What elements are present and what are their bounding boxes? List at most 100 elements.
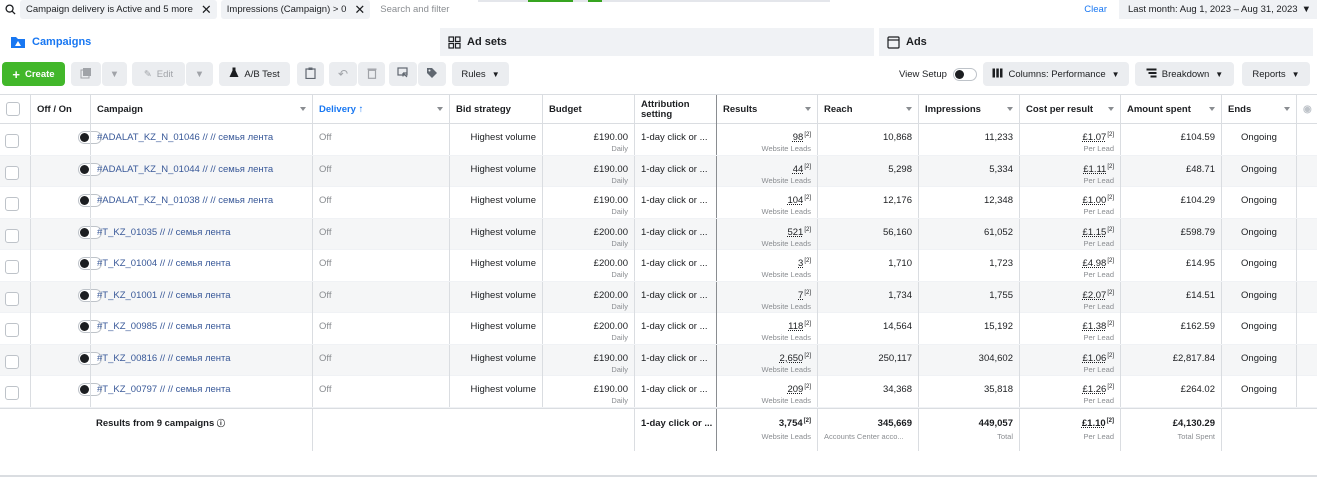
- campaign-name-link[interactable]: #ADALAT_KZ_N_01046 // // семья лента: [97, 132, 273, 143]
- ab-test-button[interactable]: A/B Test: [219, 62, 290, 86]
- budget-cell[interactable]: £200.00 Daily: [542, 281, 634, 313]
- header-bid-strategy[interactable]: Bid strategy: [449, 95, 542, 124]
- budget-cell[interactable]: £190.00 Daily: [542, 344, 634, 376]
- close-icon[interactable]: ✕: [354, 3, 365, 16]
- budget-cell[interactable]: £190.00 Daily: [542, 376, 634, 407]
- toggle-switch[interactable]: [952, 68, 977, 81]
- delivery-status: Off: [319, 352, 332, 364]
- flask-icon: [229, 67, 239, 81]
- header-cost-per-result[interactable]: Cost per result: [1019, 95, 1120, 124]
- header-delivery[interactable]: Delivery ↑: [312, 95, 449, 124]
- budget-cell[interactable]: £200.00 Daily: [542, 250, 634, 281]
- row-end-cell: [1296, 218, 1317, 250]
- campaign-name-link[interactable]: #T_KZ_01035 // // семья лента: [97, 227, 231, 238]
- campaign-name-link[interactable]: #T_KZ_00985 // // семья лента: [97, 321, 231, 332]
- tag-button[interactable]: [418, 62, 446, 86]
- row-checkbox[interactable]: [5, 260, 19, 274]
- header-results[interactable]: Results: [716, 95, 817, 124]
- breakdown-button[interactable]: Breakdown ▼: [1135, 62, 1234, 86]
- budget-cell[interactable]: £200.00 Daily: [542, 313, 634, 344]
- edit-button[interactable]: ✎ Edit: [132, 62, 185, 86]
- row-checkbox[interactable]: [5, 354, 19, 369]
- table-row[interactable]: #ADALAT_KZ_N_01044 // // семья лента Off H…: [0, 155, 1317, 187]
- row-checkbox[interactable]: [5, 165, 19, 180]
- row-checkbox[interactable]: [5, 291, 19, 306]
- delivery-status: Off: [319, 258, 332, 269]
- campaign-name-link[interactable]: #T_KZ_01001 // // семья лента: [97, 290, 231, 301]
- campaign-name-link[interactable]: #T_KZ_00816 // // семья лента: [97, 353, 231, 364]
- budget-cell[interactable]: £200.00 Daily: [542, 218, 634, 250]
- header-attribution[interactable]: Attribution setting: [634, 95, 716, 124]
- date-range-picker[interactable]: Last month: Aug 1, 2023 – Aug 31, 2023 ▼: [1119, 0, 1317, 19]
- results-cell: 7[2] Website Leads: [716, 281, 817, 313]
- search-input[interactable]: Search and filter: [380, 4, 1084, 15]
- header-reach[interactable]: Reach: [817, 95, 918, 124]
- campaign-name-link[interactable]: #ADALAT_KZ_N_01038 // // семья лента: [97, 195, 273, 206]
- footer-ends-cell: [1221, 409, 1296, 451]
- delivery-status: Off: [319, 195, 332, 206]
- campaign-name-link[interactable]: #T_KZ_00797 // // семья лента: [97, 384, 231, 395]
- filter-chip-delivery[interactable]: Campaign delivery is Active and 5 more ✕: [20, 0, 217, 19]
- duplicate-menu-button[interactable]: ▼: [102, 62, 127, 86]
- search-icon[interactable]: [0, 4, 20, 15]
- footer-spent-cell: £4,130.29 Total Spent: [1120, 409, 1221, 451]
- results-cell: 521[2] Website Leads: [716, 218, 817, 250]
- rules-label: Rules: [461, 68, 486, 80]
- clipboard-button[interactable]: [297, 62, 324, 86]
- close-icon[interactable]: ✕: [201, 3, 212, 16]
- header-amount-spent[interactable]: Amount spent: [1120, 95, 1221, 124]
- view-setup-toggle[interactable]: View Setup: [899, 68, 977, 81]
- clear-filters-link[interactable]: Clear: [1084, 4, 1107, 15]
- results-cell: 3[2] Website Leads: [716, 250, 817, 281]
- attribution-cell: 1-day click or ...: [634, 250, 716, 281]
- reports-button[interactable]: Reports ▼: [1242, 62, 1310, 86]
- header-ends[interactable]: Ends: [1221, 95, 1296, 124]
- info-icon[interactable]: ⓘ: [217, 419, 225, 428]
- duplicate-button[interactable]: [71, 62, 101, 86]
- table-row[interactable]: #T_KZ_01004 // // семья лента Off Highest …: [0, 250, 1317, 282]
- reach-cell: 250,117: [817, 344, 918, 376]
- attribution-cell: 1-day click or ...: [634, 344, 716, 376]
- tab-ad-sets[interactable]: Ad sets: [440, 28, 874, 56]
- header-off-on[interactable]: Off / On: [30, 95, 90, 124]
- columns-button[interactable]: Columns: Performance ▼: [983, 62, 1129, 86]
- row-checkbox[interactable]: [5, 134, 19, 148]
- campaign-name-link[interactable]: #T_KZ_01004 // // семья лента: [97, 258, 231, 269]
- budget-cell[interactable]: £190.00 Daily: [542, 124, 634, 155]
- delete-button[interactable]: [358, 62, 385, 86]
- tab-ads[interactable]: Ads: [879, 28, 1313, 56]
- budget-cell[interactable]: £190.00 Daily: [542, 155, 634, 187]
- select-all-checkbox[interactable]: [6, 102, 20, 116]
- undo-button[interactable]: ↶: [329, 62, 357, 86]
- row-checkbox[interactable]: [5, 386, 19, 400]
- export-button[interactable]: [389, 62, 417, 86]
- tab-campaigns[interactable]: Campaigns: [0, 28, 433, 56]
- row-checkbox[interactable]: [5, 197, 19, 211]
- breakdown-icon: [1146, 68, 1157, 81]
- row-checkbox[interactable]: [5, 228, 19, 243]
- table-footer: Results from 9 campaigns ⓘ 1-day click o…: [0, 408, 1317, 451]
- progress-indicator: [478, 0, 830, 2]
- table-row[interactable]: #T_KZ_01001 // // семья лента Off Highest …: [0, 281, 1317, 313]
- rules-button[interactable]: Rules ▼: [452, 62, 509, 86]
- filter-chip-impressions[interactable]: Impressions (Campaign) > 0 ✕: [220, 0, 371, 19]
- create-button[interactable]: + Create: [2, 62, 65, 86]
- budget-cell[interactable]: £190.00 Daily: [542, 187, 634, 218]
- footer-reach-cell: 345,669 Accounts Center acco...: [817, 409, 918, 451]
- header-impressions[interactable]: Impressions: [918, 95, 1019, 124]
- row-checkbox[interactable]: [5, 323, 19, 337]
- column-settings-cell[interactable]: ◉: [1296, 95, 1317, 124]
- ends-value: Ongoing: [1241, 321, 1277, 332]
- edit-menu-button[interactable]: ▼: [186, 62, 213, 86]
- reach-value: 34,368: [882, 384, 912, 395]
- campaign-name-link[interactable]: #ADALAT_KZ_N_01044 // // семья лента: [97, 164, 273, 175]
- table-row[interactable]: #T_KZ_00797 // // семья лента Off Highest …: [0, 376, 1317, 408]
- header-budget[interactable]: Budget: [542, 95, 634, 124]
- table-row[interactable]: #ADALAT_KZ_N_01046 // // семья лента Off H…: [0, 124, 1317, 156]
- table-row[interactable]: #ADALAT_KZ_N_01038 // // семья лента Off H…: [0, 187, 1317, 219]
- table-row[interactable]: #T_KZ_01035 // // семья лента Off Highest …: [0, 218, 1317, 250]
- table-row[interactable]: #T_KZ_00816 // // семья лента Off Highest …: [0, 344, 1317, 376]
- header-campaign[interactable]: Campaign: [90, 95, 312, 124]
- table-row[interactable]: #T_KZ_00985 // // семья лента Off Highest …: [0, 313, 1317, 345]
- bid-strategy-value: Highest volume: [470, 352, 536, 364]
